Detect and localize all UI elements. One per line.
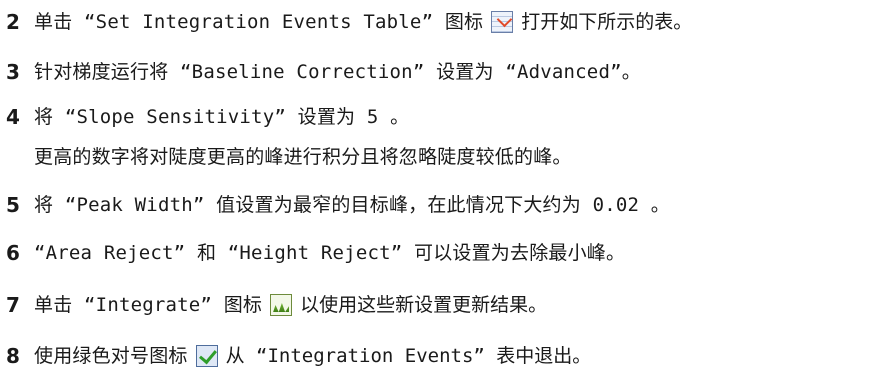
step-number: 6 [6,241,20,265]
step-number: 7 [6,293,20,317]
step-text: 将 “Peak Width” 值设置为最窄的目标峰，在此情况下大约为 0.02 … [34,194,670,216]
integrate-icon [270,294,293,316]
step-text-continued: 打开如下所示的表。 [521,11,693,33]
step-note: 更高的数字将对陡度更高的峰进行积分且将忽略陡度较低的峰。 [34,146,572,168]
checkmark-icon [195,345,218,367]
step-text: 使用绿色对号图标 [34,345,188,367]
step-text: 单击 “Integrate” 图标 [34,294,263,316]
step-7: 7 单击 “Integrate” 图标 以使用这些新设置更新结果。 [0,290,547,320]
step-text: 单击 “Set Integration Events Table” 图标 [34,11,484,33]
step-text: “Area Reject” 和 “Height Reject” 可以设置为去除最… [34,242,626,264]
table-icon [491,11,514,33]
step-6: 6 “Area Reject” 和 “Height Reject” 可以设置为去… [0,238,625,268]
step-4-note: 更高的数字将对陡度更高的峰进行积分且将忽略陡度较低的峰。 [0,142,572,172]
step-number: 8 [6,344,20,368]
step-number: 5 [6,193,20,217]
step-5: 5 将 “Peak Width” 值设置为最窄的目标峰，在此情况下大约为 0.0… [0,190,670,220]
step-number: 4 [6,105,20,129]
step-4: 4 将 “Slope Sensitivity” 设置为 5 。 [0,102,409,132]
step-text-continued: 以使用这些新设置更新结果。 [300,294,548,316]
step-8: 8 使用绿色对号图标 从 “Integration Events” 表中退出。 [0,341,591,371]
step-2: 2 单击 “Set Integration Events Table” 图标 打… [0,7,692,37]
step-number: 3 [6,60,20,84]
step-number: 2 [6,10,20,34]
step-text: 将 “Slope Sensitivity” 设置为 5 。 [34,106,410,128]
step-3: 3 针对梯度运行将 “Baseline Correction” 设置为 “Adv… [0,57,641,87]
step-text: 针对梯度运行将 “Baseline Correction” 设置为 “Advan… [34,61,641,83]
step-text-continued: 从 “Integration Events” 表中退出。 [225,345,592,367]
